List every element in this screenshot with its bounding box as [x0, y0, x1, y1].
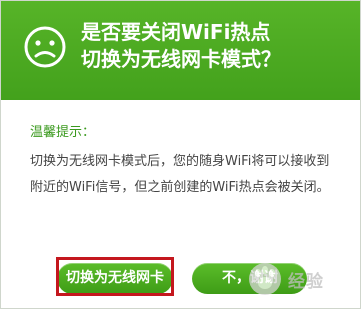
dialog-title-line2: 切换为无线网卡模式？	[81, 47, 281, 71]
tip-text: 切换为无线网卡模式后，您的随身WiFi将可以接收到 附近的WiFi信号，但之前创…	[30, 149, 345, 201]
highlight-annotation-box	[56, 257, 174, 296]
sad-face-icon	[24, 26, 66, 68]
dialog-content: 温馨提示： 切换为无线网卡模式后，您的随身WiFi将可以接收到 附近的WiFi信…	[1, 100, 360, 308]
tip-text-line2: 附近的WiFi信号，但之前创建的WiFi热点会被关闭。	[30, 180, 330, 195]
tip-text-line1: 切换为无线网卡模式后，您的随身WiFi将可以接收到	[30, 154, 330, 169]
baidu-paw-icon	[249, 263, 281, 295]
dialog-title: 是否要关闭WiFi热点 切换为无线网卡模式？	[81, 19, 281, 73]
watermark-text: 经验	[288, 272, 324, 292]
baidu-watermark: 经验	[241, 261, 351, 297]
wifi-mode-dialog: 是否要关闭WiFi热点 切换为无线网卡模式？ 温馨提示： 切换为无线网卡模式后，…	[0, 0, 361, 309]
dialog-header: 是否要关闭WiFi热点 切换为无线网卡模式？	[1, 1, 360, 100]
dialog-title-line1: 是否要关闭WiFi热点	[81, 20, 271, 44]
tip-heading: 温馨提示：	[30, 125, 96, 140]
